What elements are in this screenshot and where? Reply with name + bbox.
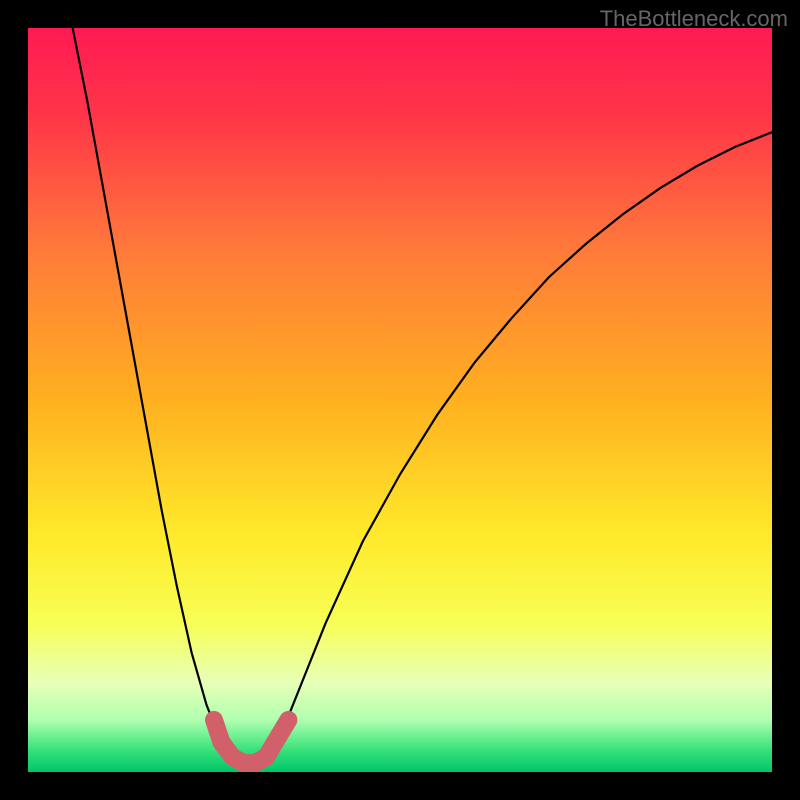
bottleneck-curve [73, 28, 772, 765]
optimal-zone-highlight [214, 720, 288, 763]
chart-frame [28, 28, 772, 772]
watermark-label: TheBottleneck.com [600, 6, 788, 32]
chart-curves [28, 28, 772, 772]
